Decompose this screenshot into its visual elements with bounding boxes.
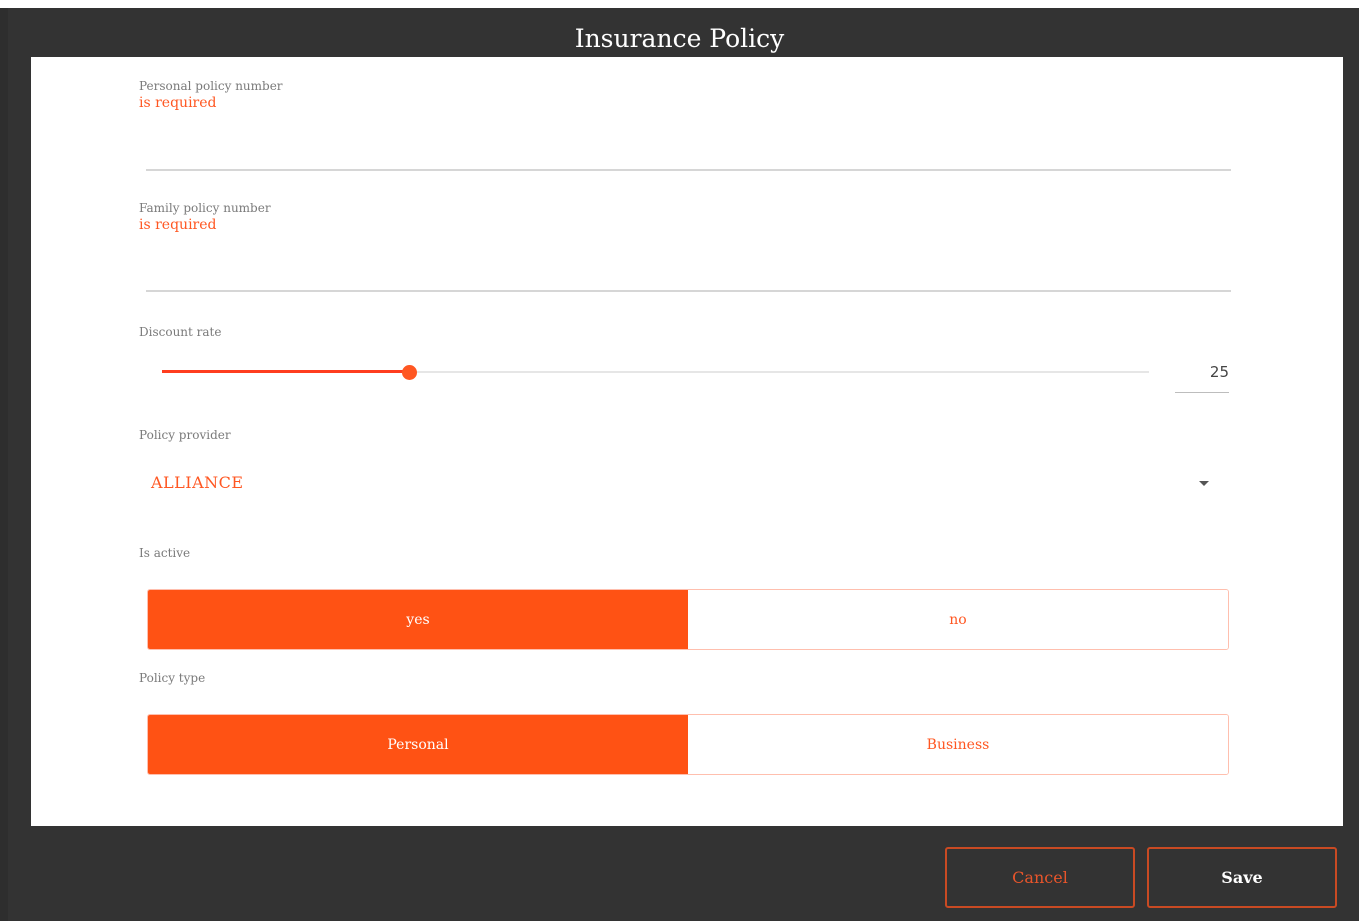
policy-type-option-business[interactable]: Business (688, 715, 1228, 774)
family-policy-error: is required (139, 217, 217, 233)
discount-rate-slider[interactable] (162, 362, 1149, 382)
is-active-label: Is active (139, 546, 191, 560)
family-policy-label: Family policy number (139, 201, 271, 215)
policy-provider-select[interactable]: ALLIANCE (151, 473, 244, 492)
is-active-option-yes[interactable]: yes (148, 590, 688, 649)
personal-policy-input[interactable] (146, 135, 1231, 171)
is-active-option-no[interactable]: no (688, 590, 1228, 649)
save-button[interactable]: Save (1147, 847, 1337, 908)
slider-thumb[interactable] (402, 365, 417, 380)
policy-type-label: Policy type (139, 671, 206, 685)
dialog-title: Insurance Policy (574, 24, 785, 53)
policy-type-toggle: Personal Business (147, 714, 1229, 775)
personal-policy-label: Personal policy number (139, 79, 283, 93)
personal-policy-error: is required (139, 95, 217, 111)
form-card: Personal policy number is required Famil… (31, 57, 1343, 826)
caret-down-icon[interactable] (1199, 481, 1209, 486)
slider-fill (162, 370, 409, 373)
is-active-toggle: yes no (147, 589, 1229, 650)
policy-type-option-personal[interactable]: Personal (148, 715, 688, 774)
policy-provider-label: Policy provider (139, 428, 231, 442)
discount-rate-label: Discount rate (139, 325, 222, 339)
discount-rate-value[interactable]: 25 (1175, 358, 1229, 393)
cancel-button[interactable]: Cancel (945, 847, 1135, 908)
top-strip (0, 0, 1359, 8)
family-policy-input[interactable] (146, 256, 1231, 292)
